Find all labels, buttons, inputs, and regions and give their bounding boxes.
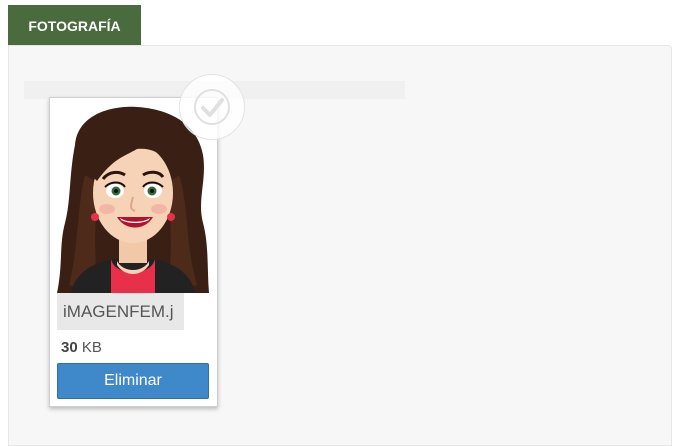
section-title-tab: FOTOGRAFÍA: [8, 5, 141, 47]
image-thumbnail: [57, 105, 209, 293]
file-size-value: 30: [61, 339, 78, 356]
check-icon: [194, 89, 230, 125]
remove-file-button[interactable]: Eliminar: [57, 363, 209, 399]
file-size-unit: KB: [81, 339, 102, 356]
avatar-woman-icon: [57, 106, 209, 293]
file-name: iMAGENFEM.j: [57, 293, 184, 330]
file-size: 30 KB: [61, 339, 102, 356]
upload-success-check: [179, 74, 245, 140]
